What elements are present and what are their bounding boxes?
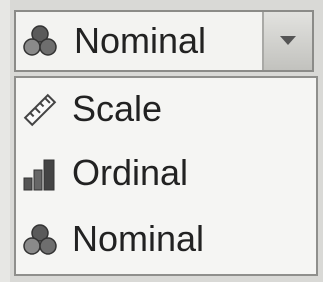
nominal-icon (23, 25, 57, 56)
options-list: Scale Ordinal Nominal (14, 76, 318, 276)
option-ordinal[interactable]: Ordinal (16, 144, 316, 204)
option-scale[interactable]: Scale (16, 80, 316, 140)
ordinal-icon (23, 159, 55, 191)
option-label: Nominal (72, 218, 205, 259)
chevron-down-icon (280, 36, 296, 45)
dropdown-toggle-button[interactable] (262, 12, 312, 70)
measure-select[interactable]: Nominal (14, 10, 314, 72)
nominal-icon (23, 224, 57, 255)
option-nominal[interactable]: Nominal (16, 210, 316, 270)
left-edge (0, 0, 10, 282)
scale-icon (23, 93, 57, 127)
selected-value: Nominal (74, 20, 207, 61)
option-label: Ordinal (72, 152, 189, 193)
option-label: Scale (72, 88, 163, 129)
